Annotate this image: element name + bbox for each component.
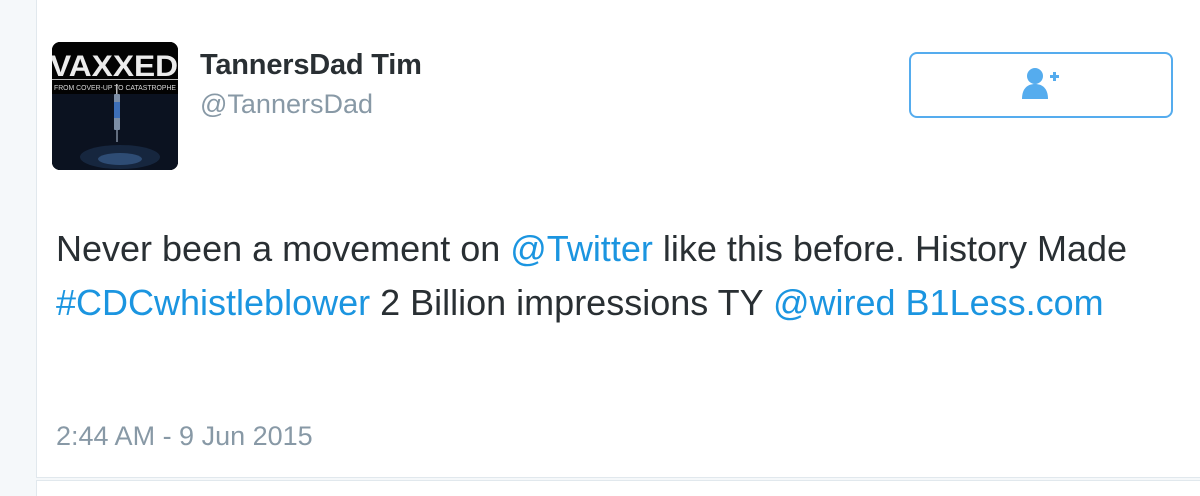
tweet-text-segment: like this before. History Made bbox=[652, 228, 1128, 269]
tweet-text: Never been a movement on @Twitter like t… bbox=[56, 222, 1176, 330]
tweet-text-segment: Never been a movement on bbox=[56, 228, 511, 269]
mention-twitter-link[interactable]: @Twitter bbox=[510, 228, 653, 269]
follow-button[interactable] bbox=[909, 52, 1173, 118]
tweet-timestamp[interactable]: 2:44 AM - 9 Jun 2015 bbox=[56, 421, 313, 452]
hashtag-link[interactable]: #CDCwhistleblower bbox=[56, 282, 370, 323]
follow-person-plus-icon bbox=[1021, 66, 1061, 105]
avatar[interactable]: VAXXED FROM COVER-UP TO CATASTROPHE bbox=[52, 42, 178, 170]
tweet-text-segment: 2 Billion impressions TY bbox=[370, 282, 773, 323]
avatar-title: VAXXED bbox=[52, 50, 178, 83]
avatar-subtitle: FROM COVER-UP TO CATASTROPHE bbox=[54, 85, 176, 92]
mention-wired-link[interactable]: @wired bbox=[773, 282, 896, 323]
tweet-text-segment bbox=[896, 282, 906, 323]
next-tweet-edge bbox=[36, 480, 1200, 496]
user-handle[interactable]: @TannersDad bbox=[200, 89, 373, 120]
url-link[interactable]: B1Less.com bbox=[906, 282, 1104, 323]
display-name[interactable]: TannersDad Tim bbox=[200, 49, 422, 82]
